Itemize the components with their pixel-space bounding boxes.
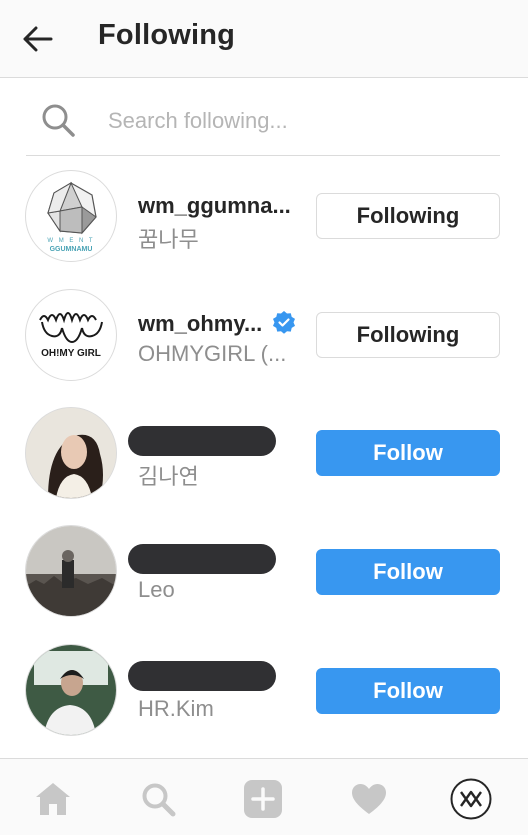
ohmygirl-logo — [39, 312, 103, 344]
list-item[interactable]: W M E N T GGUMNAMU wm_ggumna... 꿈나무 Foll… — [0, 157, 528, 275]
username[interactable]: wm_ohmy... — [138, 310, 296, 337]
arrow-left-icon — [23, 26, 53, 52]
verified-badge-icon — [273, 311, 296, 334]
follow-button[interactable]: Follow — [316, 430, 500, 476]
redacted-username — [128, 544, 276, 574]
list-item[interactable]: OH!MY GIRL wm_ohmy... OHMYGIRL (... Foll… — [0, 277, 528, 395]
top-bar: Following — [0, 0, 528, 78]
avatar[interactable] — [25, 525, 117, 617]
avatar[interactable]: OH!MY GIRL — [25, 289, 117, 381]
home-icon — [36, 783, 70, 815]
avatar[interactable] — [25, 407, 117, 499]
add-post-icon — [244, 780, 282, 818]
list-item[interactable]: 김나연 Follow — [0, 397, 528, 515]
list-item[interactable]: HR.Kim Follow — [0, 634, 528, 752]
username[interactable]: wm_ggumna... — [138, 193, 291, 219]
profile-photo — [26, 408, 116, 498]
avatar[interactable] — [25, 644, 117, 736]
heart-icon — [352, 784, 386, 814]
logo-subtext: W M E N T — [47, 238, 95, 244]
nav-add-post[interactable] — [241, 777, 285, 821]
logo-text: OH!MY GIRL — [41, 348, 101, 359]
username-text: wm_ohmy... — [138, 311, 263, 336]
profile-photo — [26, 645, 116, 735]
search-icon — [142, 783, 176, 817]
search-icon — [42, 104, 75, 137]
bottom-nav — [0, 758, 528, 835]
redacted-username — [128, 426, 276, 456]
full-name: Leo — [138, 577, 175, 602]
search-bar — [26, 84, 500, 156]
following-button[interactable]: Following — [316, 312, 500, 358]
nav-activity[interactable] — [347, 777, 391, 821]
search-input[interactable] — [106, 100, 490, 142]
logo-text: GGUMNAMU — [49, 246, 93, 253]
follow-button[interactable]: Follow — [316, 549, 500, 595]
avatar[interactable]: W M E N T GGUMNAMU — [25, 170, 117, 262]
full-name: 김나연 — [138, 464, 199, 489]
page-title: Following — [98, 19, 236, 51]
nav-search[interactable] — [136, 777, 180, 821]
nav-home[interactable] — [31, 777, 75, 821]
full-name: OHMYGIRL (... — [138, 341, 287, 366]
back-button[interactable] — [18, 22, 58, 56]
redacted-username — [128, 661, 276, 691]
following-button[interactable]: Following — [316, 193, 500, 239]
profile-photo — [26, 526, 116, 616]
nav-profile[interactable] — [449, 777, 493, 821]
follow-button[interactable]: Follow — [316, 668, 500, 714]
profile-avatar — [450, 778, 492, 820]
list-item[interactable]: Leo Follow — [0, 515, 528, 633]
full-name: HR.Kim — [138, 696, 214, 721]
full-name: 꿈나무 — [138, 227, 199, 252]
